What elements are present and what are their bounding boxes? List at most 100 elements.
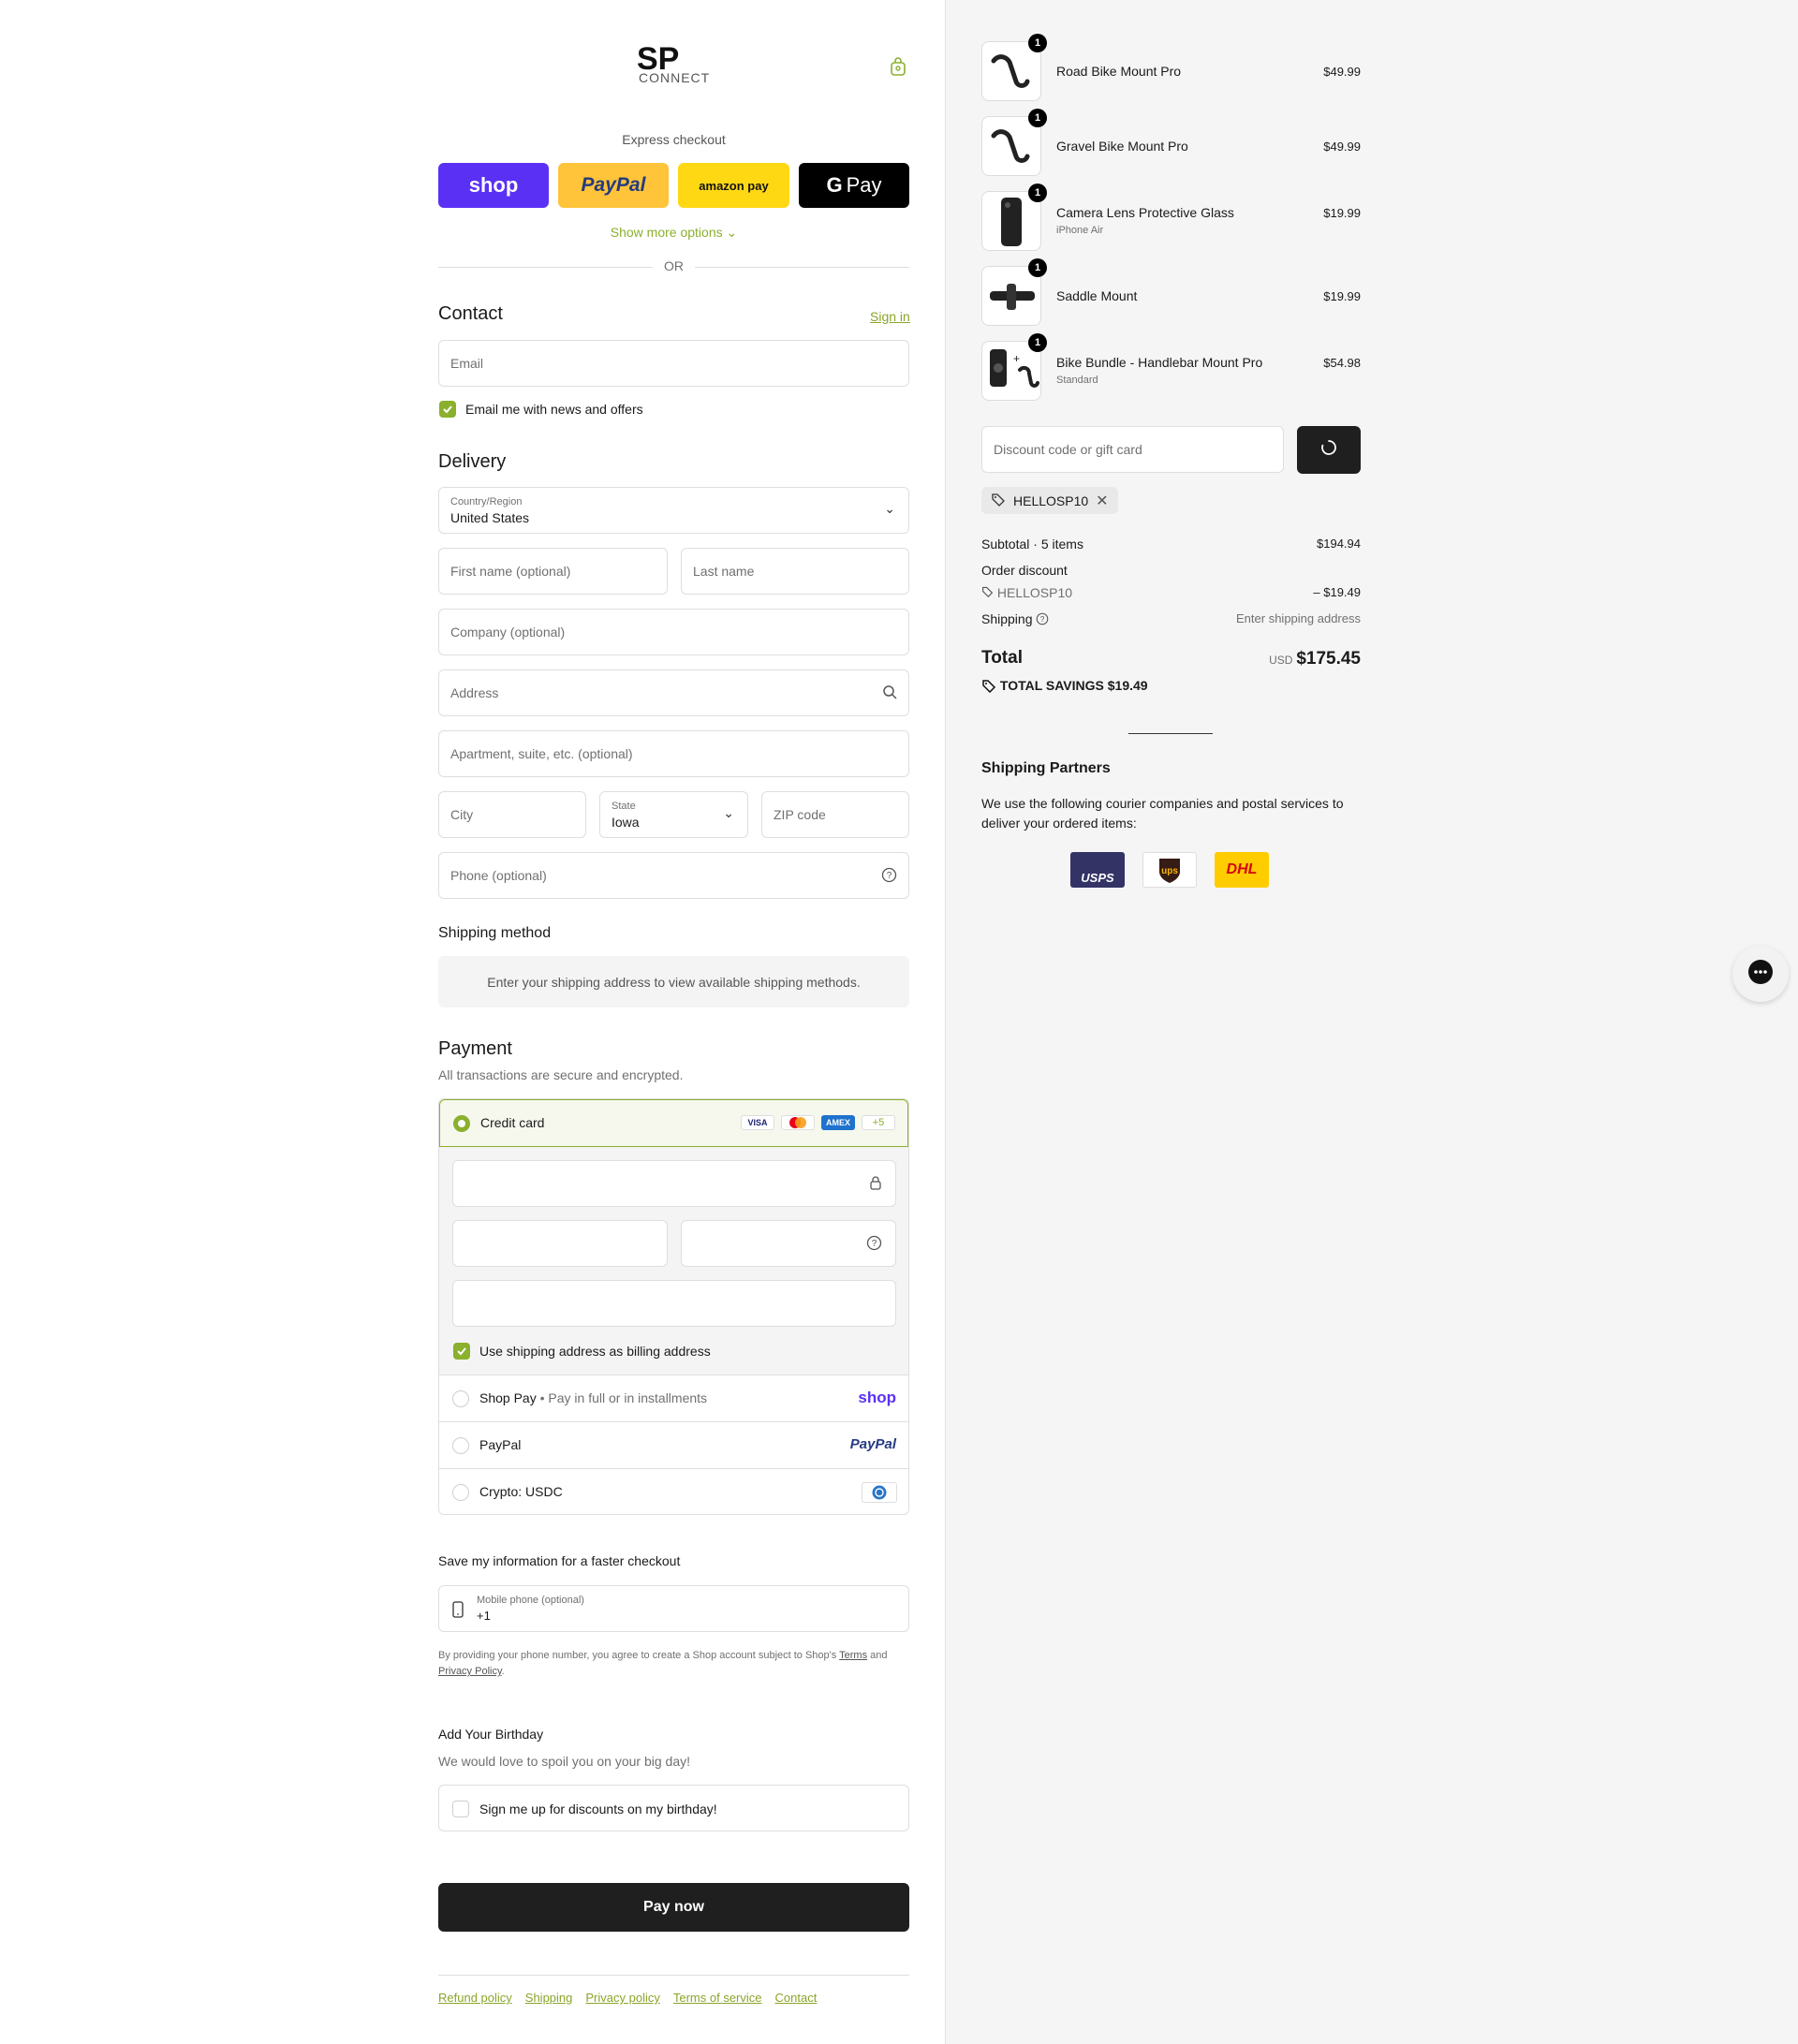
shop-pay-option[interactable]: Shop Pay • Pay in full or in installment…	[439, 1375, 908, 1421]
order-discount-row: Order discount	[981, 563, 1068, 578]
paypal-button[interactable]: PayPal	[558, 163, 669, 208]
item-price: $54.98	[1323, 356, 1361, 370]
svg-text:?: ?	[887, 871, 892, 881]
terms-link[interactable]: Terms	[839, 1650, 867, 1661]
express-checkout-title: Express checkout	[622, 132, 726, 147]
paypal-radio[interactable]	[452, 1437, 469, 1454]
card-cvv-field[interactable]: ?	[681, 1220, 896, 1267]
chat-widget-button[interactable]	[1732, 946, 1789, 1002]
apply-discount-button[interactable]	[1297, 426, 1361, 474]
help-icon[interactable]: ?	[881, 867, 897, 886]
billing-checkbox[interactable]	[453, 1343, 470, 1360]
google-pay-button[interactable]: G Pay	[799, 163, 909, 208]
amex-icon: AMEX	[821, 1115, 855, 1130]
show-more-options[interactable]: Show more options ⌄	[438, 225, 909, 241]
item-name: Gravel Bike Mount Pro	[1056, 139, 1188, 154]
tag-icon	[981, 678, 996, 694]
item-variant: iPhone Air	[1056, 225, 1104, 236]
divider	[1128, 733, 1213, 734]
birthday-checkbox[interactable]	[452, 1801, 469, 1817]
crypto-radio[interactable]	[452, 1484, 469, 1501]
card-expiry-field[interactable]	[452, 1220, 668, 1267]
lock-icon	[869, 1175, 882, 1195]
shipping-link[interactable]: Shipping	[525, 1991, 573, 2005]
pay-now-button[interactable]: Pay now	[438, 1883, 909, 1932]
dhl-logo: DHL	[1215, 852, 1269, 888]
item-price: $49.99	[1323, 65, 1361, 79]
quantity-badge: 1	[1028, 333, 1047, 352]
email-field[interactable]: Email	[438, 340, 909, 387]
chevron-down-icon: ⌄	[726, 225, 738, 240]
or-label: OR	[653, 258, 695, 273]
paypal-logo-icon: PayPal	[849, 1436, 896, 1452]
shop-pay-radio[interactable]	[452, 1390, 469, 1407]
more-cards-badge: +5	[862, 1115, 895, 1130]
chevron-down-icon: ⌄	[723, 805, 734, 820]
svg-text:ups: ups	[1161, 866, 1178, 876]
mobile-phone-field[interactable]: Mobile phone (optional) +1	[438, 1585, 909, 1632]
company-field[interactable]: Company (optional)	[438, 609, 909, 655]
shipping-method-heading: Shipping method	[438, 925, 552, 941]
contact-link[interactable]: Contact	[775, 1991, 818, 2005]
privacy-policy-link[interactable]: Privacy policy	[585, 1991, 659, 2005]
country-select[interactable]: Country/Region United States ⌄	[438, 487, 909, 534]
crypto-label: Crypto: USDC	[479, 1484, 563, 1499]
card-name-field[interactable]	[452, 1280, 896, 1327]
card-number-field[interactable]	[452, 1160, 896, 1207]
shipping-partners-text: We use the following courier companies a…	[981, 796, 1344, 831]
item-price: $19.99	[1323, 289, 1361, 303]
contact-heading: Contact	[438, 303, 503, 324]
discount-code-row: HELLOSP10 – $19.49	[981, 585, 1361, 600]
svg-text:?: ?	[1040, 615, 1045, 624]
total-row: Total USD $175.45	[981, 648, 1361, 669]
birthday-heading: Add Your Birthday	[438, 1727, 544, 1742]
applied-discount-tag: HELLOSP10 ✕	[981, 487, 1118, 514]
help-icon[interactable]: ?	[1036, 611, 1049, 626]
terms-of-service-link[interactable]: Terms of service	[673, 1991, 762, 2005]
sign-in-link[interactable]: Sign in	[870, 309, 910, 324]
credit-card-option[interactable]: Credit card VISA AMEX +5	[439, 1099, 908, 1147]
city-field[interactable]: City	[438, 791, 586, 838]
email-news-checkbox[interactable]	[439, 401, 456, 418]
first-name-field[interactable]: First name (optional)	[438, 548, 668, 595]
address-field[interactable]: Address	[438, 669, 909, 716]
birthday-subtitle: We would love to spoil you on your big d…	[438, 1754, 691, 1769]
privacy-link[interactable]: Privacy Policy	[438, 1666, 502, 1677]
state-select[interactable]: State Iowa ⌄	[599, 791, 748, 838]
cart-bag-icon[interactable]	[888, 56, 908, 77]
save-info-legal: By providing your phone number, you agre…	[438, 1650, 888, 1677]
apartment-field[interactable]: Apartment, suite, etc. (optional)	[438, 730, 909, 777]
credit-card-radio[interactable]	[453, 1115, 470, 1132]
zip-field[interactable]: ZIP code	[761, 791, 909, 838]
refund-policy-link[interactable]: Refund policy	[438, 1991, 512, 2005]
cart-item: 1 Road Bike Mount Pro $49.99	[981, 34, 1361, 101]
usdc-icon	[862, 1482, 897, 1503]
delivery-heading: Delivery	[438, 451, 507, 472]
brand-logo[interactable]: SP CONNECT	[637, 41, 712, 86]
phone-field[interactable]: Phone (optional) ?	[438, 852, 909, 899]
card-form: ? Use shipping address as billing addres…	[439, 1147, 908, 1375]
quantity-badge: 1	[1028, 34, 1047, 52]
payment-heading: Payment	[438, 1038, 512, 1059]
shipping-partners-heading: Shipping Partners	[981, 760, 1111, 776]
shop-logo-icon: shop	[858, 1389, 896, 1406]
logo-sub: CONNECT	[639, 70, 710, 85]
usps-logo: USPS	[1070, 852, 1125, 888]
shop-pay-label: Shop Pay	[479, 1390, 537, 1405]
quantity-badge: 1	[1028, 109, 1047, 127]
subtotal-row: Subtotal · 5 items $194.94	[981, 537, 1361, 551]
discount-code-field[interactable]: Discount code or gift card	[981, 426, 1284, 473]
save-info-heading: Save my information for a faster checkou…	[438, 1553, 681, 1568]
amazon-pay-button[interactable]: amazon pay	[678, 163, 789, 208]
crypto-option[interactable]: Crypto: USDC	[439, 1468, 908, 1514]
paypal-option[interactable]: PayPal PayPal	[439, 1421, 908, 1468]
remove-discount-icon[interactable]: ✕	[1096, 492, 1108, 510]
shipping-row: Shipping ? Enter shipping address	[981, 611, 1361, 626]
last-name-field[interactable]: Last name	[681, 548, 909, 595]
shop-pay-button[interactable]: shop	[438, 163, 549, 208]
cart-item: + 1 Bike Bundle - Handlebar Mount Pro St…	[981, 333, 1361, 401]
help-icon[interactable]: ?	[866, 1235, 882, 1256]
quantity-badge: 1	[1028, 184, 1047, 202]
tag-icon	[991, 492, 1006, 509]
birthday-signup[interactable]: Sign me up for discounts on my birthday!	[438, 1785, 909, 1831]
